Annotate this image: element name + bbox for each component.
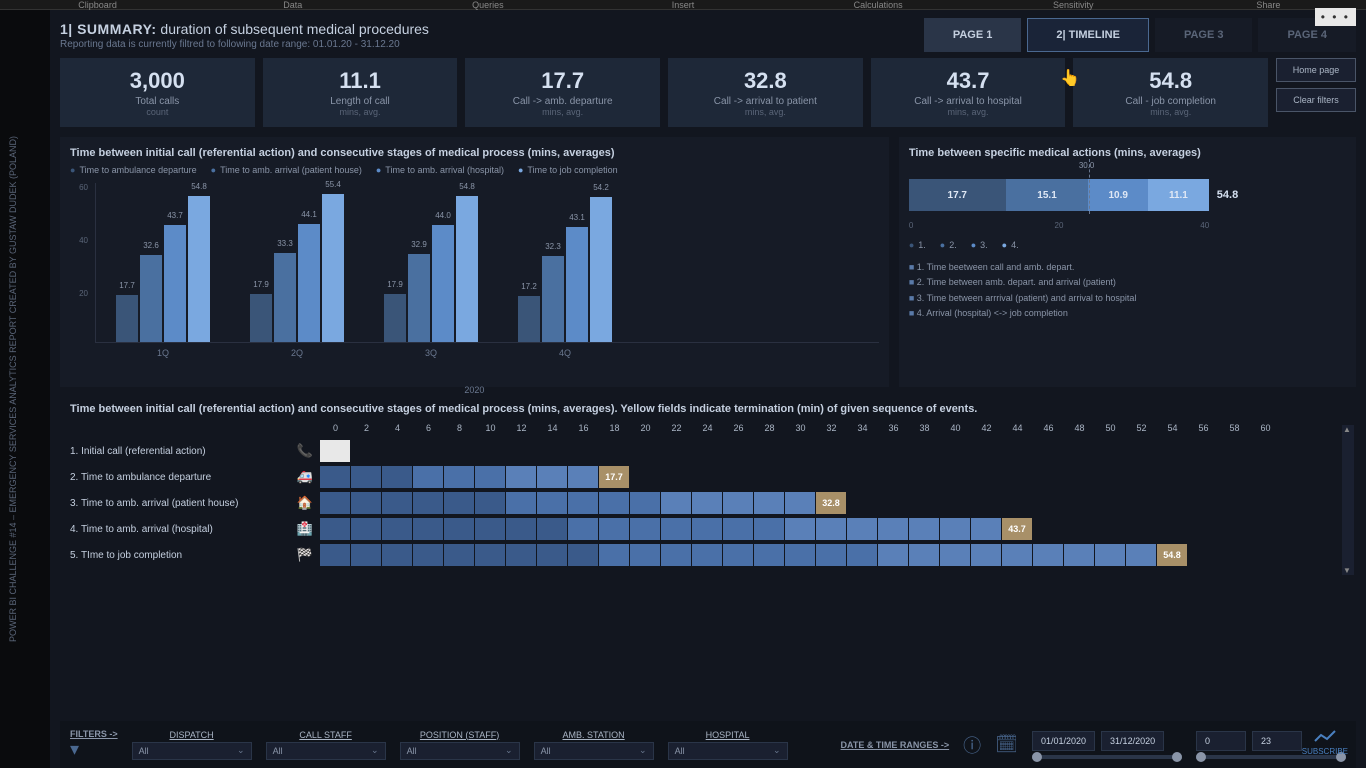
info-icon[interactable]: ⓘ	[963, 732, 981, 758]
kpi-arrival-patient: 32.8Call -> arrival to patientmins, avg.	[668, 58, 863, 127]
row-icon: 🏥	[290, 521, 320, 537]
date-range-label: DATE & TIME RANGES ->	[841, 740, 950, 750]
chart-a-title: Time between initial call (referential a…	[70, 147, 879, 159]
ribbon-clipboard[interactable]: Clipboard	[0, 0, 195, 9]
page-title: 1| SUMMARY: duration of subsequent medic…	[60, 21, 924, 37]
kpi-job-completion: 54.8Call - job completionmins, avg.	[1073, 58, 1268, 127]
calendar-icon[interactable]: 🗓	[995, 734, 1018, 755]
kpi-length-of-call: 11.1Length of callmins, avg.	[263, 58, 458, 127]
chart-b-title: Time between specific medical actions (m…	[909, 147, 1346, 159]
home-page-button[interactable]: Home page	[1276, 58, 1356, 82]
filter-position[interactable]: All	[400, 742, 520, 760]
subscribe-button[interactable]: SUBSCRIBE	[1302, 727, 1348, 756]
tab-page-3[interactable]: PAGE 3	[1155, 18, 1253, 52]
date-from[interactable]: 01/01/2020	[1032, 731, 1095, 751]
report-credit-sidebar: POWER BI CHALLENGE #14 – EMERGENCY SERVI…	[0, 10, 50, 768]
quarterly-bar-chart[interactable]: Time between initial call (referential a…	[60, 137, 889, 387]
heatmap-title: Time between initial call (referential a…	[70, 403, 1346, 415]
page-subtitle: Reporting data is currently filtred to f…	[60, 39, 924, 50]
ribbon-queries[interactable]: Queries	[390, 0, 585, 9]
row-icon: 🚑	[290, 469, 320, 485]
filter-amb-station[interactable]: All	[534, 742, 654, 760]
filters-label: FILTERS ->	[70, 729, 118, 739]
row-icon: 🏁	[290, 547, 320, 563]
chart-a-legend: Time to ambulance departure Time to amb.…	[70, 165, 879, 175]
tab-timeline[interactable]: 2| TIMELINE	[1027, 18, 1149, 52]
date-to[interactable]: 31/12/2020	[1101, 731, 1164, 751]
timeline-heatmap[interactable]: Time between initial call (referential a…	[60, 395, 1356, 577]
filter-call-staff[interactable]: All	[266, 742, 386, 760]
page-tabs: PAGE 1 2| TIMELINE PAGE 3 PAGE 4	[924, 18, 1356, 52]
ribbon-data[interactable]: Data	[195, 0, 390, 9]
ribbon-sensitivity[interactable]: Sensitivity	[976, 0, 1171, 9]
tab-page-1[interactable]: PAGE 1	[924, 18, 1022, 52]
row-icon: 📞	[290, 443, 320, 459]
clear-filters-button[interactable]: Clear filters	[1276, 88, 1356, 112]
heatmap-row: 1. Initial call (referential action)📞	[70, 439, 1346, 463]
funnel-icon: ▾	[70, 739, 118, 760]
chart-b-notes: 1. Time beetween call and amb. depart. 2…	[909, 260, 1346, 321]
heatmap-row: 3. Time to amb. arrival (patient house)🏠…	[70, 491, 1346, 515]
ribbon-tabs: Clipboard Data Queries Insert Calculatio…	[0, 0, 1366, 10]
hour-from[interactable]: 0	[1196, 731, 1246, 751]
heatmap-row: 4. Time to amb. arrival (hospital)🏥43.7	[70, 517, 1346, 541]
filter-bar: FILTERS -> ▾ DISPATCHAll CALL STAFFAll P…	[60, 721, 1356, 768]
hour-to[interactable]: 23	[1252, 731, 1302, 751]
kpi-amb-departure: 17.7Call -> amb. departuremins, avg.	[465, 58, 660, 127]
filter-hospital[interactable]: All	[668, 742, 788, 760]
kpi-total-calls: 3,000Total callscount	[60, 58, 255, 127]
chart-b-legend: 1. 2. 3. 4.	[909, 240, 1346, 250]
heatmap-scrollbar[interactable]	[1342, 425, 1354, 575]
row-icon: 🏠	[290, 495, 320, 511]
ribbon-calculations[interactable]: Calculations	[781, 0, 976, 9]
ribbon-insert[interactable]: Insert	[585, 0, 780, 9]
heatmap-row: 5. TIme to job completion🏁54.8	[70, 543, 1346, 567]
heatmap-row: 2. Time to ambulance departure🚑17.7	[70, 465, 1346, 489]
kpi-arrival-hospital: 43.7Call -> arrival to hospitalmins, avg…	[871, 58, 1066, 127]
date-slider[interactable]	[1032, 755, 1182, 759]
visual-options-button[interactable]: • • •	[1315, 8, 1356, 26]
stage-breakdown-chart[interactable]: Time between specific medical actions (m…	[899, 137, 1356, 387]
filter-dispatch[interactable]: All	[132, 742, 252, 760]
